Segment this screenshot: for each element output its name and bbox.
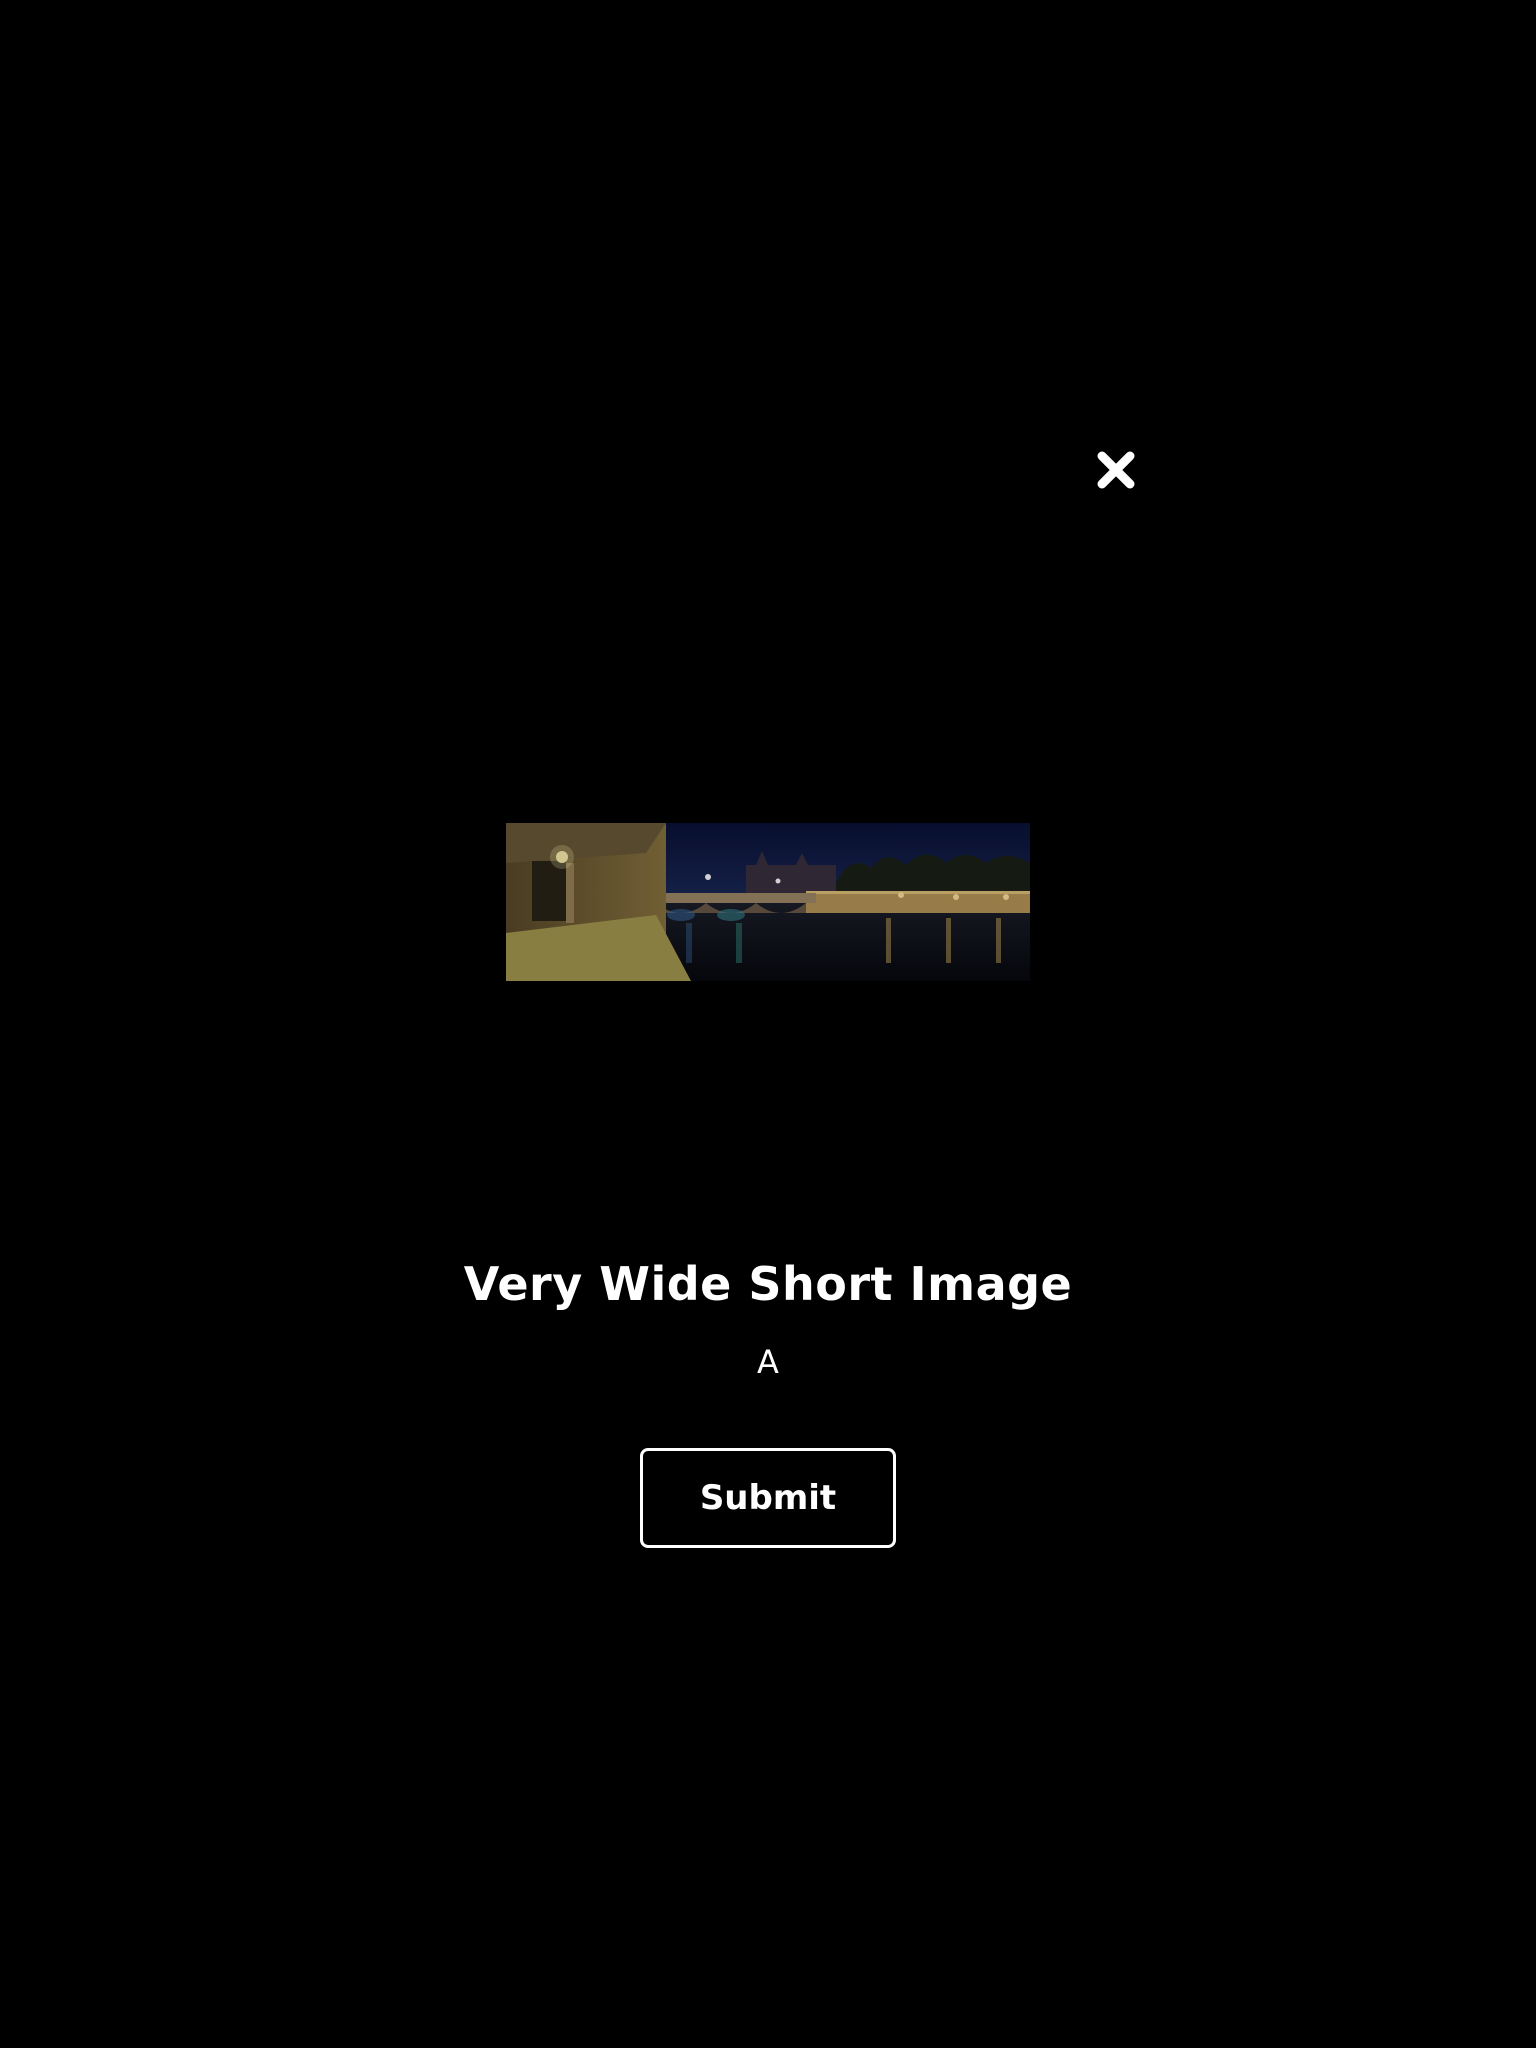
image-title: Very Wide Short Image bbox=[463, 1257, 1073, 1311]
panorama-night-bridge-photo bbox=[506, 823, 1030, 981]
close-button[interactable] bbox=[1094, 448, 1138, 492]
image-viewer-overlay: Very Wide Short Image A Submit bbox=[0, 0, 1536, 2048]
close-icon bbox=[1097, 451, 1135, 489]
panorama-image bbox=[506, 823, 1030, 981]
image-subtitle: A bbox=[757, 1343, 779, 1381]
submit-button[interactable]: Submit bbox=[640, 1448, 896, 1548]
